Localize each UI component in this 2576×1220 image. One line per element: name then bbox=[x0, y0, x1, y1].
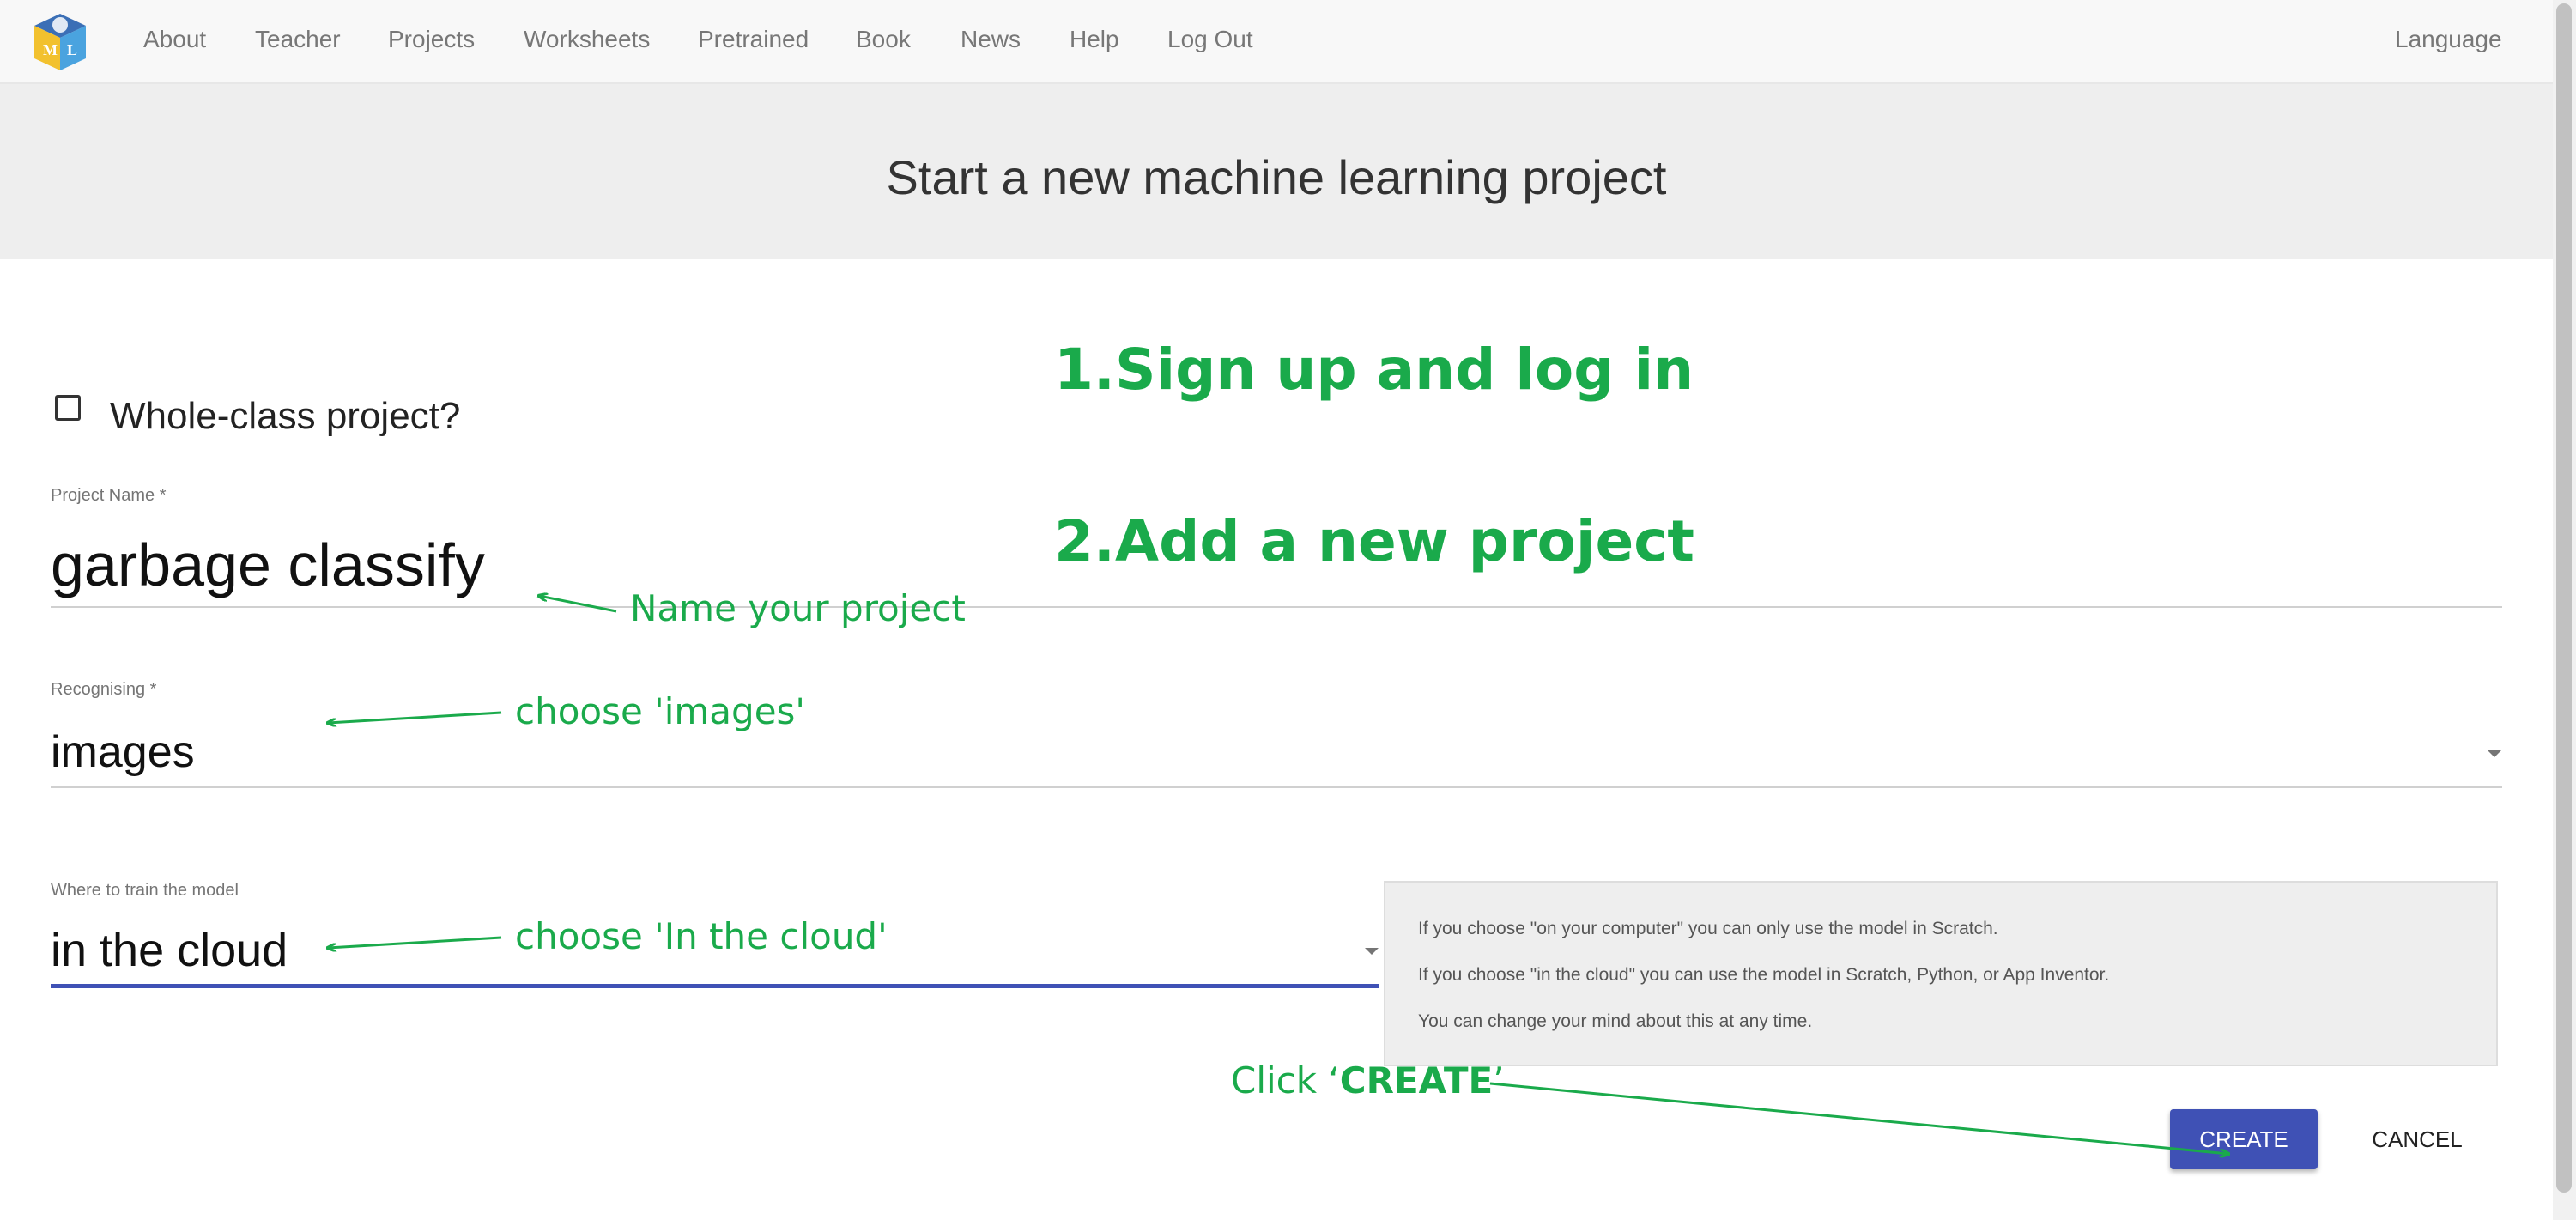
info-line-computer: If you choose "on your computer" you can… bbox=[1418, 919, 1998, 938]
svg-text:M: M bbox=[43, 41, 58, 58]
recognising-underline bbox=[51, 786, 2502, 788]
project-name-underline bbox=[51, 606, 2502, 608]
scrollbar-thumb[interactable] bbox=[2556, 3, 2572, 1193]
nav-projects[interactable]: Projects bbox=[388, 26, 475, 53]
arrow-to-where-to-train bbox=[328, 936, 502, 948]
annotation-step-1: 1.Sign up and log in bbox=[1054, 337, 1694, 403]
project-name-input[interactable]: garbage classify bbox=[51, 531, 485, 599]
create-button[interactable]: CREATE bbox=[2170, 1109, 2318, 1169]
where-to-train-underline bbox=[51, 984, 1379, 988]
navbar: M L About Teacher Projects Worksheets Pr… bbox=[0, 0, 2553, 84]
annotation-name-hint: Name your project bbox=[630, 587, 966, 629]
ml-blocks-logo-icon[interactable]: M L bbox=[27, 10, 93, 76]
training-info-box: If you choose "on your computer" you can… bbox=[1384, 881, 2498, 1066]
svg-text:L: L bbox=[67, 41, 77, 58]
where-to-train-chevron-down-icon[interactable] bbox=[1365, 948, 1379, 955]
annotation-images-hint: choose 'images' bbox=[515, 690, 805, 732]
annotation-click-create: Click ‘CREATE’ bbox=[1231, 1059, 1505, 1102]
annotation-step-2: 2.Add a new project bbox=[1054, 508, 1694, 574]
nav-language[interactable]: Language bbox=[2395, 26, 2502, 53]
arrow-to-project-name bbox=[539, 596, 617, 613]
info-line-change: You can change your mind about this at a… bbox=[1418, 1011, 1813, 1031]
where-to-train-label: Where to train the model bbox=[51, 881, 239, 900]
page: M L About Teacher Projects Worksheets Pr… bbox=[0, 0, 2576, 1220]
annotation-cloud-hint: choose 'In the cloud' bbox=[515, 915, 888, 957]
page-header: Start a new machine learning project bbox=[0, 84, 2553, 259]
whole-class-label: Whole-class project? bbox=[110, 395, 461, 437]
recognising-chevron-down-icon[interactable] bbox=[2488, 750, 2501, 757]
annotation-click-suffix: ’ bbox=[1493, 1059, 1505, 1102]
recognising-label: Recognising * bbox=[51, 680, 157, 699]
nav-news[interactable]: News bbox=[961, 26, 1021, 53]
arrow-to-create-button bbox=[1489, 1082, 2228, 1154]
annotation-click-prefix: Click ‘ bbox=[1231, 1059, 1340, 1102]
nav-pretrained[interactable]: Pretrained bbox=[698, 26, 809, 53]
arrow-to-recognising bbox=[328, 711, 502, 723]
nav-about[interactable]: About bbox=[143, 26, 206, 53]
cancel-button[interactable]: CANCEL bbox=[2352, 1109, 2482, 1169]
page-title: Start a new machine learning project bbox=[886, 150, 1667, 204]
nav-help[interactable]: Help bbox=[1070, 26, 1119, 53]
project-name-label: Project Name * bbox=[51, 486, 167, 505]
where-to-train-select[interactable]: in the cloud bbox=[51, 924, 288, 977]
recognising-select[interactable]: images bbox=[51, 726, 195, 778]
info-line-cloud: If you choose "in the cloud" you can use… bbox=[1418, 965, 2110, 985]
nav-book[interactable]: Book bbox=[856, 26, 911, 53]
nav-teacher[interactable]: Teacher bbox=[255, 26, 341, 53]
annotation-click-bold: CREATE bbox=[1339, 1059, 1494, 1102]
nav-worksheets[interactable]: Worksheets bbox=[524, 26, 650, 53]
whole-class-checkbox[interactable] bbox=[55, 395, 81, 421]
nav-log-out[interactable]: Log Out bbox=[1167, 26, 1253, 53]
